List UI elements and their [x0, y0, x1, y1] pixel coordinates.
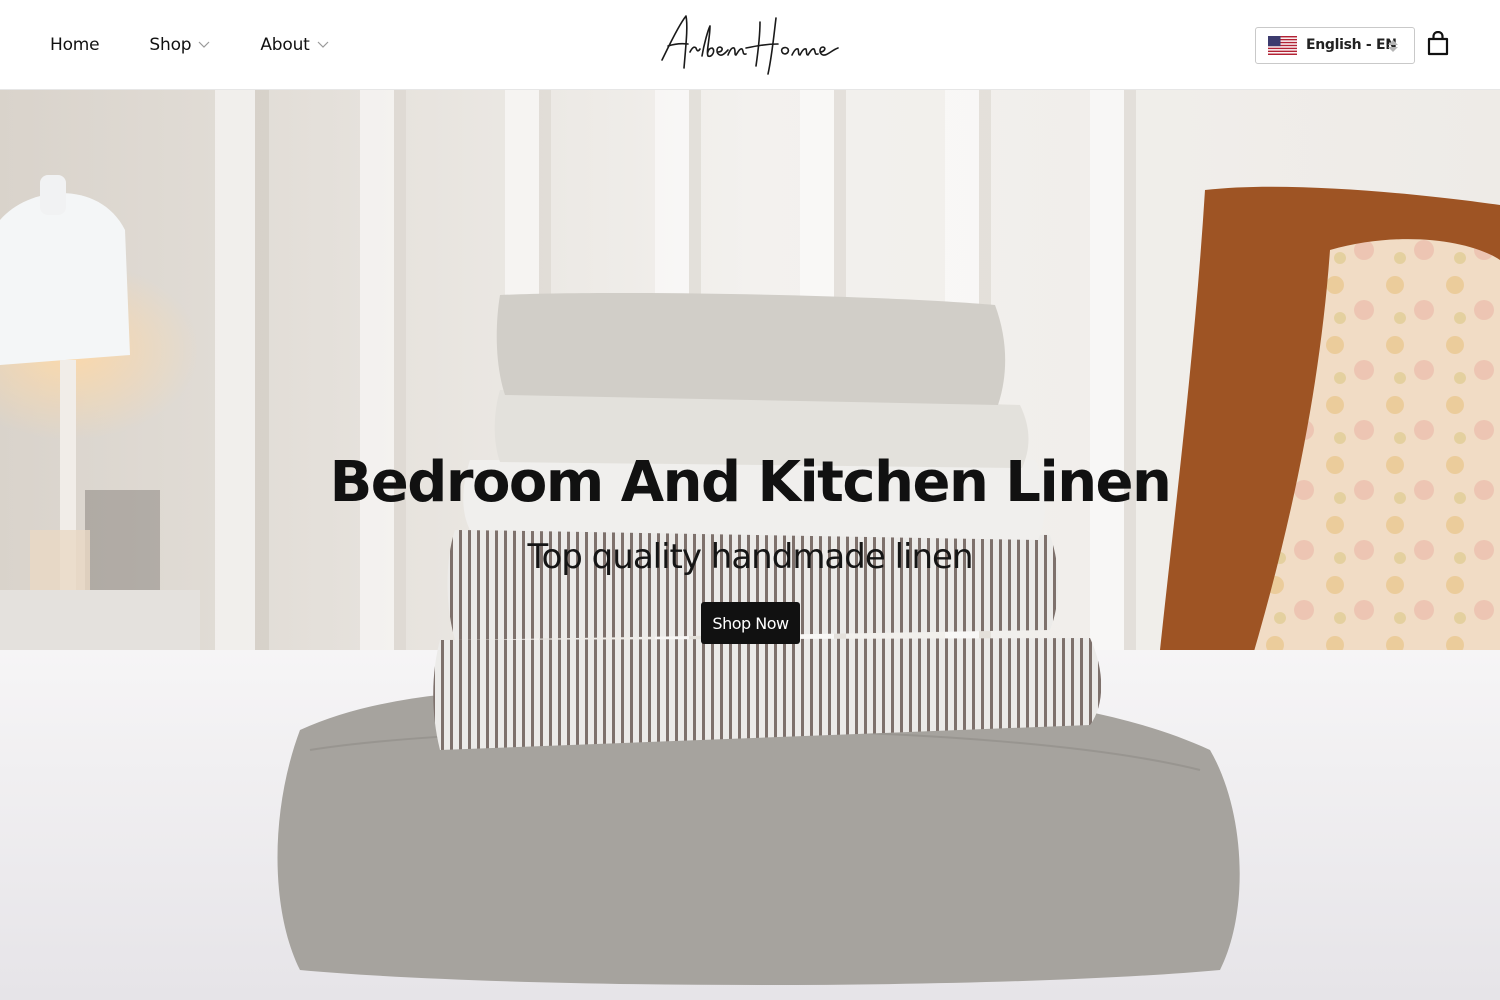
language-selector[interactable]: English - EN: [1255, 27, 1415, 64]
select-arrows-icon: [1387, 38, 1399, 54]
nav-shop[interactable]: Shop: [149, 35, 210, 55]
site-logo[interactable]: [660, 8, 840, 76]
shop-now-button[interactable]: Shop Now: [701, 602, 800, 644]
nav-home[interactable]: Home: [50, 35, 100, 55]
cart-bag-icon[interactable]: [1427, 31, 1449, 56]
site-header: Home Shop About English - EN: [0, 0, 1500, 90]
nav-about[interactable]: About: [260, 35, 329, 55]
hero-banner: Bedroom And Kitchen Linen Top quality ha…: [0, 90, 1500, 1000]
main-nav: Home Shop About: [50, 0, 379, 90]
chevron-down-icon: [198, 41, 210, 49]
hero-subtitle: Top quality handmade linen: [527, 537, 974, 577]
chevron-down-icon: [317, 41, 329, 49]
language-label: English - EN: [1306, 37, 1397, 53]
nav-home-label: Home: [50, 35, 100, 55]
us-flag-icon: [1268, 36, 1297, 55]
nav-shop-label: Shop: [149, 35, 192, 55]
hero-title: Bedroom And Kitchen Linen: [329, 450, 1172, 515]
nav-about-label: About: [260, 35, 310, 55]
